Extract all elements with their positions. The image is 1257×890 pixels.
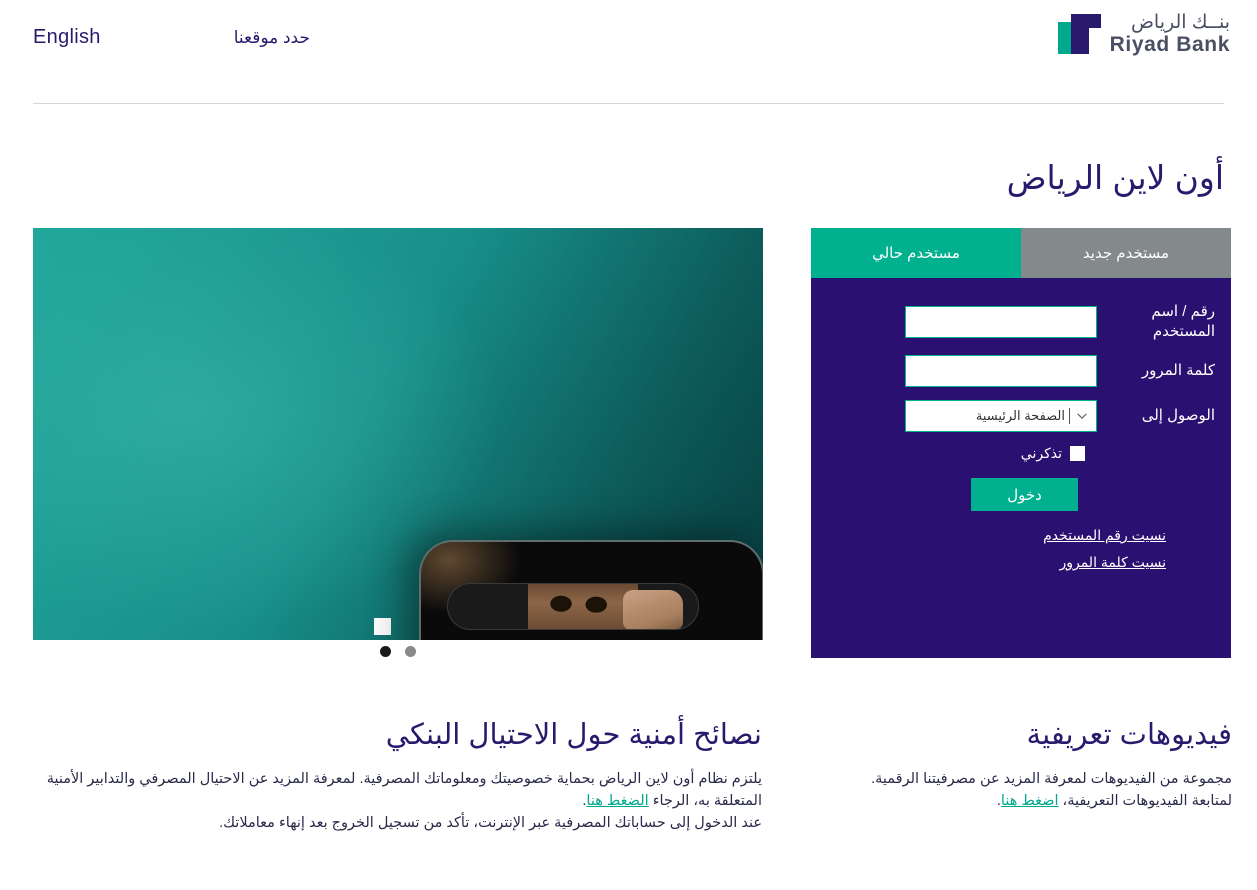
login-tabs: مستخدم جديد مستخدم حالي — [811, 228, 1231, 278]
banner-square-top — [374, 618, 391, 635]
videos-body: مجموعة من الفيديوهات لمعرفة المزيد عن مص… — [790, 768, 1232, 812]
locate-us-link[interactable]: حدد موقعنا — [234, 28, 310, 48]
page-title: أون لاين الرياض — [1006, 159, 1224, 196]
carousel-dot-2[interactable] — [380, 646, 391, 657]
scammer-eyes — [528, 584, 638, 629]
top-bar: English حدد موقعنا بنــك الرياض Riyad Ba… — [0, 0, 1257, 104]
videos-paragraph-1: مجموعة من الفيديوهات لمعرفة المزيد عن مص… — [871, 771, 1232, 787]
riyad-bank-logo-icon — [1057, 14, 1101, 54]
logo-wordmark: بنــك الرياض Riyad Bank — [1110, 12, 1230, 56]
destination-select[interactable]: الصفحة الرئيسية — [905, 400, 1097, 432]
login-form: رقم / اسم المستخدم كلمة المرور الوصول إل… — [811, 278, 1231, 571]
chevron-down-icon — [1076, 410, 1088, 422]
forgot-links: نسيت رقم المستخدم نسيت كلمة المرور — [811, 527, 1231, 571]
fraud-tips-paragraph-1: يلتزم نظام أون لاين الرياض بحماية خصوصيت… — [20, 768, 762, 812]
username-row: رقم / اسم المستخدم — [811, 302, 1231, 342]
remember-me-label: تذكرني — [1020, 445, 1062, 461]
fraud-tips-body: يلتزم نظام أون لاين الرياض بحماية خصوصيت… — [20, 768, 762, 834]
videos-click-here-link[interactable]: اضغط هنا — [1001, 793, 1059, 809]
videos-title: فيديوهات تعريفية — [1026, 719, 1232, 751]
tab-existing-user[interactable]: مستخدم حالي — [811, 228, 1021, 278]
username-label: رقم / اسم المستخدم — [1151, 303, 1215, 340]
header-divider — [33, 103, 1224, 104]
login-submit-button[interactable]: دخول — [971, 478, 1078, 511]
password-label: كلمة المرور — [1141, 362, 1215, 379]
page-root: English حدد موقعنا بنــك الرياض Riyad Ba… — [0, 0, 1257, 890]
tab-new-user[interactable]: مستخدم جديد — [1021, 228, 1231, 278]
carousel-dots — [33, 646, 763, 657]
top-bar-links: English حدد موقعنا — [33, 26, 310, 49]
fraud-tips-title: نصائح أمنية حول الاحتيال البنكي — [385, 719, 762, 751]
fraud-tips-click-here-link[interactable]: الضغط هنا — [586, 793, 648, 809]
phone-notch — [447, 583, 699, 630]
login-panel: مستخدم جديد مستخدم حالي رقم / اسم المستخ… — [811, 228, 1231, 658]
fraud-tips-section: نصائح أمنية حول الاحتيال البنكي يلتزم نظ… — [20, 716, 762, 834]
login-button-row: دخول — [811, 478, 1231, 511]
videos-paragraph-2: لمتابعة الفيديوهات التعريفية، اضغط هنا. — [790, 790, 1232, 812]
text-caret — [1069, 408, 1070, 424]
videos-text-2: لمتابعة الفيديوهات التعريفية، — [1062, 793, 1232, 809]
destination-row: الوصول إلى الصفحة الرئيسية — [811, 400, 1231, 432]
scammer-hand — [623, 590, 683, 629]
fraud-tips-text-1: يلتزم نظام أون لاين الرياض بحماية خصوصيت… — [46, 771, 762, 809]
password-row: كلمة المرور — [811, 355, 1231, 387]
password-input[interactable] — [905, 355, 1097, 387]
phone-mockup: +985 65 000 0000 Unknown... — [419, 540, 763, 640]
logo-arabic-text: بنــك الرياض — [1130, 12, 1230, 33]
logo-purple-flag — [1070, 14, 1101, 28]
videos-section: فيديوهات تعريفية مجموعة من الفيديوهات لم… — [790, 716, 1232, 812]
forgot-username-link[interactable]: نسيت رقم المستخدم — [1043, 527, 1166, 544]
fraud-tips-paragraph-2: عند الدخول إلى حساباتك المصرفية عبر الإن… — [219, 815, 762, 831]
username-input[interactable] — [905, 306, 1097, 338]
forgot-password-link[interactable]: نسيت كلمة المرور — [1059, 554, 1166, 571]
language-switch-english[interactable]: English — [33, 26, 101, 49]
logo-english-text: Riyad Bank — [1109, 33, 1230, 56]
promo-banner[interactable]: قديمة العب غيرها! تــرا صــزنــا نــفــه… — [33, 228, 763, 640]
riyad-bank-logo[interactable]: بنــك الرياض Riyad Bank — [1057, 12, 1230, 56]
destination-selected-value: الصفحة الرئيسية — [975, 408, 1065, 423]
remember-me-row: تذكرني — [811, 445, 1231, 462]
carousel-dot-1[interactable] — [405, 646, 416, 657]
remember-me-checkbox[interactable] — [1070, 446, 1085, 461]
destination-label: الوصول إلى — [1141, 407, 1215, 424]
